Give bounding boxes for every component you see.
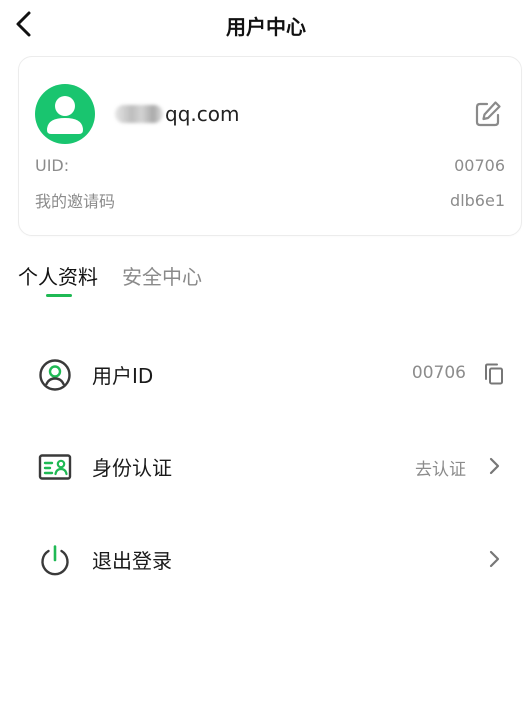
edit-icon[interactable] [473,99,503,129]
uid-row: UID: 00706 [35,153,505,177]
page-title: 用户中心 [226,15,306,39]
menu-label-logout: 退出登录 [92,549,172,573]
profile-tabs: 个人资料 安全中心 [18,262,226,302]
profile-card: qq.com UID: 00706 我的邀请码 dlb6e1 [18,56,522,236]
email-redacted-blur [115,105,163,123]
tab-security-center[interactable]: 安全中心 [122,262,202,292]
tab-personal-info[interactable]: 个人资料 [18,262,98,292]
user-circle-icon [39,359,71,391]
power-icon [41,545,69,576]
invite-code-row: 我的邀请码 dlb6e1 [35,188,505,212]
menu-item-identity-verification[interactable]: 身份认证 去认证 [0,438,532,494]
chevron-right-icon [489,550,500,568]
chevron-right-icon [489,457,500,475]
invite-code-label: 我的邀请码 [35,192,116,211]
header-bar: 用户中心 [0,0,532,48]
menu-label-identity-verification: 身份认证 [92,456,172,480]
active-tab-indicator [46,294,72,297]
email-text: qq.com [165,102,240,126]
menu-value-user-id: 00706 [411,363,466,383]
invite-code-value: dlb6e1 [450,190,505,210]
menu-item-user-id[interactable]: 用户ID 00706 [0,346,532,402]
uid-label: UID: [35,155,70,175]
copy-icon[interactable] [482,362,506,386]
uid-value: 00706 [454,155,505,175]
email-display: qq.com [115,101,239,127]
user-avatar-icon [35,84,95,144]
edit-profile-button[interactable] [473,99,503,129]
menu-label-user-id: 用户ID [92,364,154,388]
menu-value-identity-verification: 去认证 [415,460,466,480]
id-card-icon [38,454,72,480]
menu-item-logout[interactable]: 退出登录 [0,531,532,587]
